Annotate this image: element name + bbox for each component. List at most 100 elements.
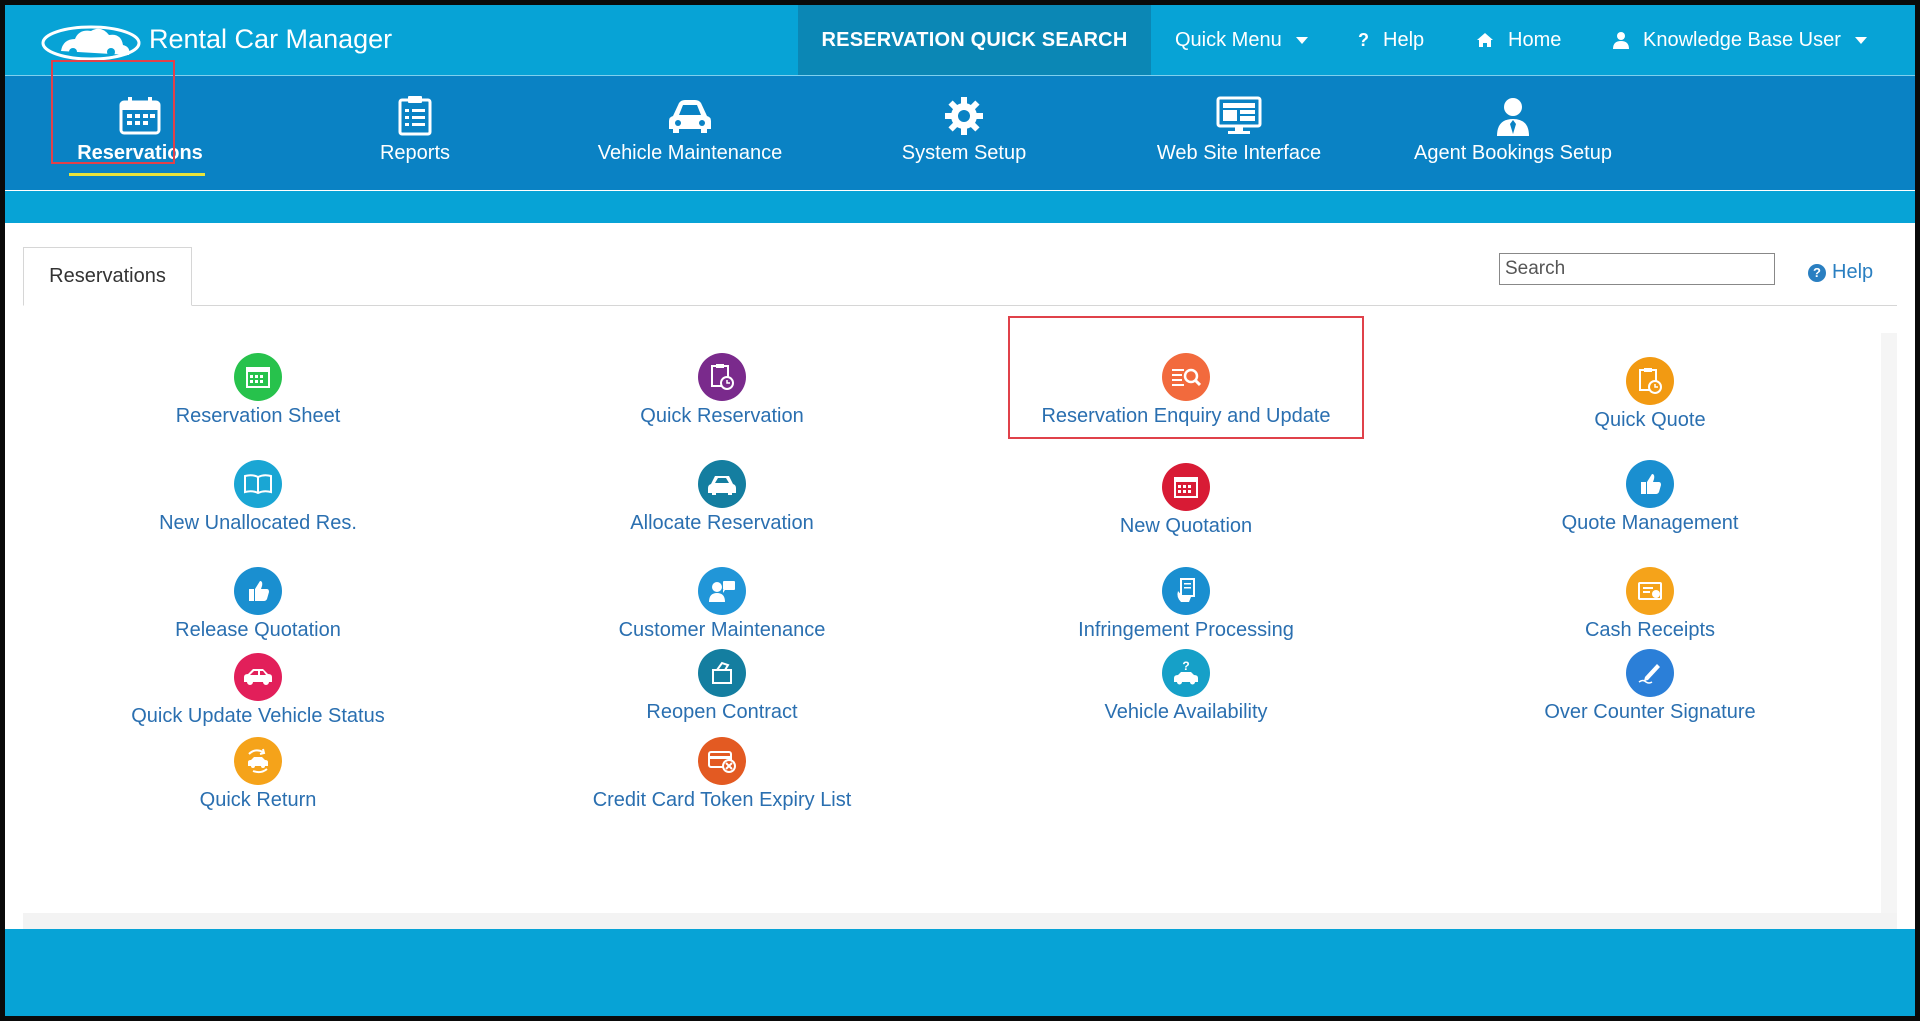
tab-reservations[interactable]: Reservations (23, 247, 192, 306)
module-agent-bookings-setup[interactable]: Agent Bookings Setup (1403, 76, 1623, 190)
user-menu-dropdown[interactable]: Knowledge Base User (1613, 5, 1867, 75)
car-icon (234, 653, 282, 701)
module-web-site-interface[interactable]: Web Site Interface (1129, 76, 1349, 190)
thumbs-up-icon (234, 567, 282, 615)
user-icon (1613, 32, 1629, 49)
menu-item-quick-return[interactable]: Quick Return (48, 737, 468, 812)
folder-open-icon (698, 649, 746, 697)
menu-item-over-counter-signature[interactable]: Over Counter Signature (1440, 649, 1860, 724)
receipt-icon (1626, 567, 1674, 615)
credit-card-x-icon (698, 737, 746, 785)
app-title: Rental Car Manager (149, 24, 393, 54)
calendar-icon (1162, 463, 1210, 511)
module-label: Web Site Interface (1156, 142, 1322, 164)
menu-item-reservation-sheet[interactable]: Reservation Sheet (48, 353, 468, 428)
pen-icon (1626, 649, 1674, 697)
cloud-car-logo-icon (41, 25, 141, 61)
car-icon (669, 100, 711, 133)
module-vehicle-maintenance[interactable]: Vehicle Maintenance (580, 76, 800, 190)
reservations-panel: Reservations ? Help Reservation Sheet Qu… (23, 223, 1897, 929)
quick-menu-dropdown[interactable]: Quick Menu (1175, 5, 1308, 75)
help-menu-link[interactable]: ? Help (1358, 5, 1424, 75)
menu-item-label: Vehicle Availability (1104, 701, 1268, 723)
module-label: Vehicle Maintenance (597, 142, 783, 164)
active-module-underline (69, 173, 205, 176)
menu-item-vehicle-availability[interactable]: ? Vehicle Availability (976, 649, 1396, 724)
menu-item-label: Quick Reservation (640, 405, 804, 427)
menu-item-label: New Unallocated Res. (159, 512, 357, 534)
menu-item-label: New Quotation (1119, 515, 1253, 537)
top-bar: Rental Car Manager RESERVATION QUICK SEA… (5, 5, 1915, 76)
module-nav: Reservations Reports Vehicle Maintenance (5, 76, 1915, 191)
menu-item-label: Customer Maintenance (618, 619, 826, 641)
home-link[interactable]: Home (1476, 5, 1561, 75)
module-label: System Setup (901, 142, 1027, 164)
agent-icon (1497, 98, 1529, 136)
menu-item-label: Credit Card Token Expiry List (592, 789, 852, 811)
menu-item-new-quotation[interactable]: New Quotation (976, 463, 1396, 538)
menu-item-new-unallocated-res[interactable]: New Unallocated Res. (48, 460, 468, 535)
customer-icon (698, 567, 746, 615)
menu-item-label: Reservation Sheet (175, 405, 341, 427)
phone-document-icon (1162, 567, 1210, 615)
car-return-icon (234, 737, 282, 785)
menu-item-label: Quick Return (199, 789, 317, 811)
menu-item-reopen-contract[interactable]: Reopen Contract (512, 649, 932, 724)
module-system-setup[interactable]: System Setup (854, 76, 1074, 190)
menu-item-label: Quote Management (1561, 512, 1739, 534)
menu-item-infringement-processing[interactable]: Infringement Processing (976, 567, 1396, 642)
monitor-icon (1216, 96, 1262, 134)
book-icon (234, 460, 282, 508)
clipboard-clock-icon (1626, 357, 1674, 405)
menu-item-customer-maintenance[interactable]: Customer Maintenance (512, 567, 932, 642)
menu-item-label: Quick Update Vehicle Status (131, 705, 385, 727)
menu-item-label: Reopen Contract (646, 701, 798, 723)
menu-item-release-quotation[interactable]: Release Quotation (48, 567, 468, 642)
menu-item-label: Allocate Reservation (630, 512, 814, 534)
menu-item-quote-management[interactable]: Quote Management (1440, 460, 1860, 535)
gear-icon (945, 97, 983, 135)
menu-item-cash-receipts[interactable]: Cash Receipts (1440, 567, 1860, 642)
quick-menu-label: Quick Menu (1175, 28, 1282, 51)
menu-item-label: Quick Quote (1594, 409, 1706, 431)
app-window: Rental Car Manager RESERVATION QUICK SEA… (5, 5, 1915, 1016)
panel-help-link[interactable]: ? Help (1808, 261, 1873, 284)
tab-divider (23, 305, 1897, 306)
menu-item-label: Over Counter Signature (1544, 701, 1756, 723)
svg-text:?: ? (1182, 659, 1189, 673)
menu-item-quick-quote[interactable]: Quick Quote (1440, 357, 1860, 432)
search-input[interactable] (1499, 253, 1775, 285)
home-label: Home (1508, 28, 1562, 51)
module-label: Reports (379, 142, 451, 164)
menu-grid: Reservation Sheet Quick Reservation Rese… (23, 333, 1897, 913)
footer-bar (5, 929, 1915, 1016)
menu-item-credit-card-token-expiry-list[interactable]: Credit Card Token Expiry List (512, 737, 932, 812)
thumbs-up-icon (1626, 460, 1674, 508)
home-icon (1477, 33, 1493, 47)
clipboard-list-icon (398, 96, 432, 136)
panel-bottom-scroll-track (23, 913, 1897, 929)
highlight-box-reservation-enquiry (1008, 316, 1364, 439)
reservation-quick-search-button[interactable]: RESERVATION QUICK SEARCH (798, 5, 1151, 75)
question-icon: ? (1358, 29, 1369, 50)
menu-item-quick-update-vehicle-status[interactable]: Quick Update Vehicle Status (48, 653, 468, 728)
menu-item-label: Cash Receipts (1584, 619, 1716, 641)
highlight-box-reservations-module (51, 60, 175, 164)
module-reports[interactable]: Reports (305, 76, 525, 190)
user-name: Knowledge Base User (1643, 28, 1841, 51)
question-circle-icon: ? (1808, 263, 1826, 282)
menu-item-label: Release Quotation (175, 619, 341, 641)
chevron-down-icon (1295, 36, 1308, 44)
car-question-icon: ? (1162, 649, 1210, 697)
panel-help-label: Help (1832, 261, 1874, 283)
chevron-down-icon (1854, 36, 1867, 44)
menu-item-label: Infringement Processing (1078, 619, 1294, 641)
module-label: Agent Bookings Setup (1414, 142, 1612, 164)
calendar-icon (234, 353, 282, 401)
menu-item-allocate-reservation[interactable]: Allocate Reservation (512, 460, 932, 535)
help-label: Help (1383, 28, 1425, 51)
clipboard-clock-icon (698, 353, 746, 401)
car-icon (698, 460, 746, 508)
header-strip (5, 191, 1915, 223)
menu-item-quick-reservation[interactable]: Quick Reservation (512, 353, 932, 428)
